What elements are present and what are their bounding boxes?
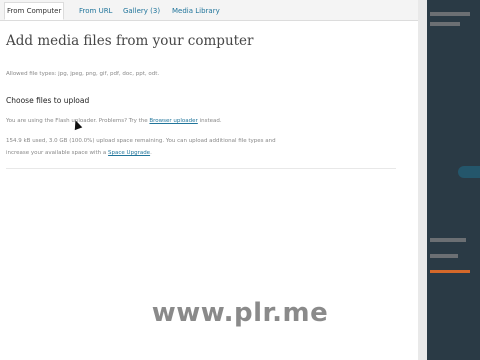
uploader-note: You are using the Flash uploader. Proble… [6,118,222,124]
choose-files-button[interactable]: Choose files to upload [6,96,89,105]
browser-uploader-link[interactable]: Browser uploader [149,118,197,124]
media-tabs: From Computer From URL Gallery (3) Media… [0,0,418,21]
space-note-text: increase your available space with a [6,150,109,156]
side-panel-bar [430,238,466,242]
divider [6,168,396,169]
side-panel-button[interactable] [458,166,480,178]
tab-gallery[interactable]: Gallery (3) [121,3,162,19]
space-note-line1: 154.9 kB used, 3.0 GB (100.0%) upload sp… [6,138,276,144]
space-note-line2: increase your available space with a Spa… [6,150,152,156]
side-panel-bar [430,254,458,258]
side-panel-bar [430,22,460,26]
tab-from-computer[interactable]: From Computer [4,2,65,20]
allowed-file-types: Allowed file types: jpg, jpeg, png, gif,… [6,71,160,77]
uploader-note-suffix: instead. [197,118,222,124]
tab-from-url[interactable]: From URL [77,3,114,19]
tab-media-library[interactable]: Media Library [170,3,222,19]
space-note-suffix: . [150,150,152,156]
page-title: Add media files from your computer [6,33,254,49]
watermark: www.plr.me [151,298,329,328]
space-upgrade-link[interactable]: Space Upgrade [108,150,150,156]
side-panel-accent [430,270,470,273]
side-panel-bar [430,12,470,16]
